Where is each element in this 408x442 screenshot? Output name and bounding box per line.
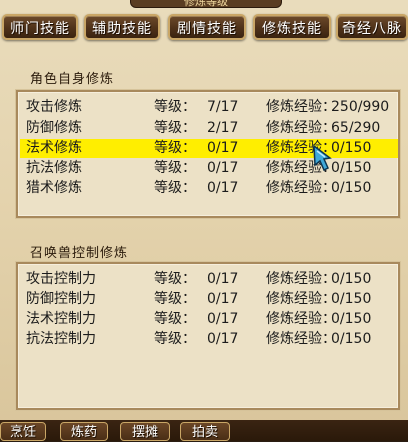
tab-support-skills[interactable]: 辅助技能 (84, 14, 160, 40)
row-name: 抗法修炼 (26, 160, 82, 176)
row-level: 0/17 (207, 291, 239, 307)
row-exp: 0/150 (331, 180, 372, 196)
row-name: 攻击修炼 (26, 99, 82, 115)
row-exp-label: 修炼经验： (266, 291, 336, 307)
row-level: 0/17 (207, 331, 239, 347)
row-level-label: 等级： (154, 271, 196, 287)
self-cultivation-panel: 攻击修炼 等级： 7/17 修炼经验： 250/990 防御修炼 等级： 2/1… (16, 90, 400, 218)
self-row-defense[interactable]: 防御修炼 等级： 2/17 修炼经验： 65/290 (26, 119, 398, 138)
row-level-label: 等级： (154, 291, 196, 307)
pet-row-magic[interactable]: 法术控制力 等级： 0/17 修炼经验： 0/150 (26, 310, 398, 329)
row-name: 法术控制力 (26, 311, 96, 327)
row-name: 猎术修炼 (26, 180, 82, 196)
row-level-label: 等级： (154, 311, 196, 327)
self-cultivation-title: 角色自身修炼 (30, 72, 115, 87)
self-row-hunting[interactable]: 猎术修炼 等级： 0/17 修炼经验： 0/150 (26, 179, 398, 198)
self-row-resist[interactable]: 抗法修炼 等级： 0/17 修炼经验： 0/150 (26, 159, 398, 178)
cooking-button[interactable]: 烹饪 (0, 422, 46, 441)
row-exp: 250/990 (331, 99, 390, 115)
row-name: 抗法控制力 (26, 331, 96, 347)
stall-button[interactable]: 摆摊 (120, 422, 170, 441)
row-level-label: 等级： (154, 180, 196, 196)
row-exp: 0/150 (331, 271, 372, 287)
row-exp: 0/150 (331, 140, 372, 156)
row-level-label: 等级： (154, 331, 196, 347)
row-level: 0/17 (207, 271, 239, 287)
row-exp: 65/290 (331, 120, 381, 136)
tab-meridians[interactable]: 奇经八脉 (336, 14, 408, 40)
row-exp: 0/150 (331, 291, 372, 307)
row-name: 防御修炼 (26, 120, 82, 136)
row-level: 0/17 (207, 311, 239, 327)
row-exp-label: 修炼经验： (266, 331, 336, 347)
row-exp: 0/150 (331, 311, 372, 327)
row-level: 0/17 (207, 140, 239, 156)
tab-school-skills[interactable]: 师门技能 (2, 14, 78, 40)
row-exp-label: 修炼经验： (266, 120, 336, 136)
row-exp-label: 修炼经验： (266, 311, 336, 327)
window-title: 修炼等级 (130, 0, 282, 8)
row-name: 防御控制力 (26, 291, 96, 307)
row-level: 2/17 (207, 120, 239, 136)
pet-row-resist[interactable]: 抗法控制力 等级： 0/17 修炼经验： 0/150 (26, 330, 398, 349)
row-level-label: 等级： (154, 160, 196, 176)
row-name: 法术修炼 (26, 140, 82, 156)
skill-tabs: 师门技能 辅助技能 剧情技能 修炼技能 奇经八脉 (0, 14, 408, 44)
tab-cultivation-skills[interactable]: 修炼技能 (253, 14, 331, 40)
row-level: 0/17 (207, 180, 239, 196)
row-name: 攻击控制力 (26, 271, 96, 287)
row-level: 0/17 (207, 160, 239, 176)
alchemy-button[interactable]: 炼药 (60, 422, 108, 441)
self-row-attack[interactable]: 攻击修炼 等级： 7/17 修炼经验： 250/990 (26, 98, 398, 117)
self-row-magic-selected[interactable]: 法术修炼 等级： 0/17 修炼经验： 0/150 (20, 139, 398, 158)
row-level-label: 等级： (154, 120, 196, 136)
pet-row-defense[interactable]: 防御控制力 等级： 0/17 修炼经验： 0/150 (26, 290, 398, 309)
row-exp-label: 修炼经验： (266, 180, 336, 196)
row-level-label: 等级： (154, 99, 196, 115)
pet-row-attack[interactable]: 攻击控制力 等级： 0/17 修炼经验： 0/150 (26, 270, 398, 289)
row-exp-label: 修炼经验： (266, 99, 336, 115)
auction-button[interactable]: 拍卖 (180, 422, 230, 441)
cultivation-window: 修炼等级 师门技能 辅助技能 剧情技能 修炼技能 奇经八脉 角色自身修炼 攻击修… (0, 0, 408, 441)
mouse-cursor-icon (313, 144, 332, 172)
row-exp: 0/150 (331, 160, 372, 176)
pet-control-title: 召唤兽控制修炼 (30, 246, 129, 261)
tab-story-skills[interactable]: 剧情技能 (168, 14, 246, 40)
row-exp: 0/150 (331, 331, 372, 347)
row-exp-label: 修炼经验： (266, 271, 336, 287)
row-level-label: 等级： (154, 140, 196, 156)
pet-control-panel: 攻击控制力 等级： 0/17 修炼经验： 0/150 防御控制力 等级： 0/1… (16, 262, 400, 410)
row-level: 7/17 (207, 99, 239, 115)
